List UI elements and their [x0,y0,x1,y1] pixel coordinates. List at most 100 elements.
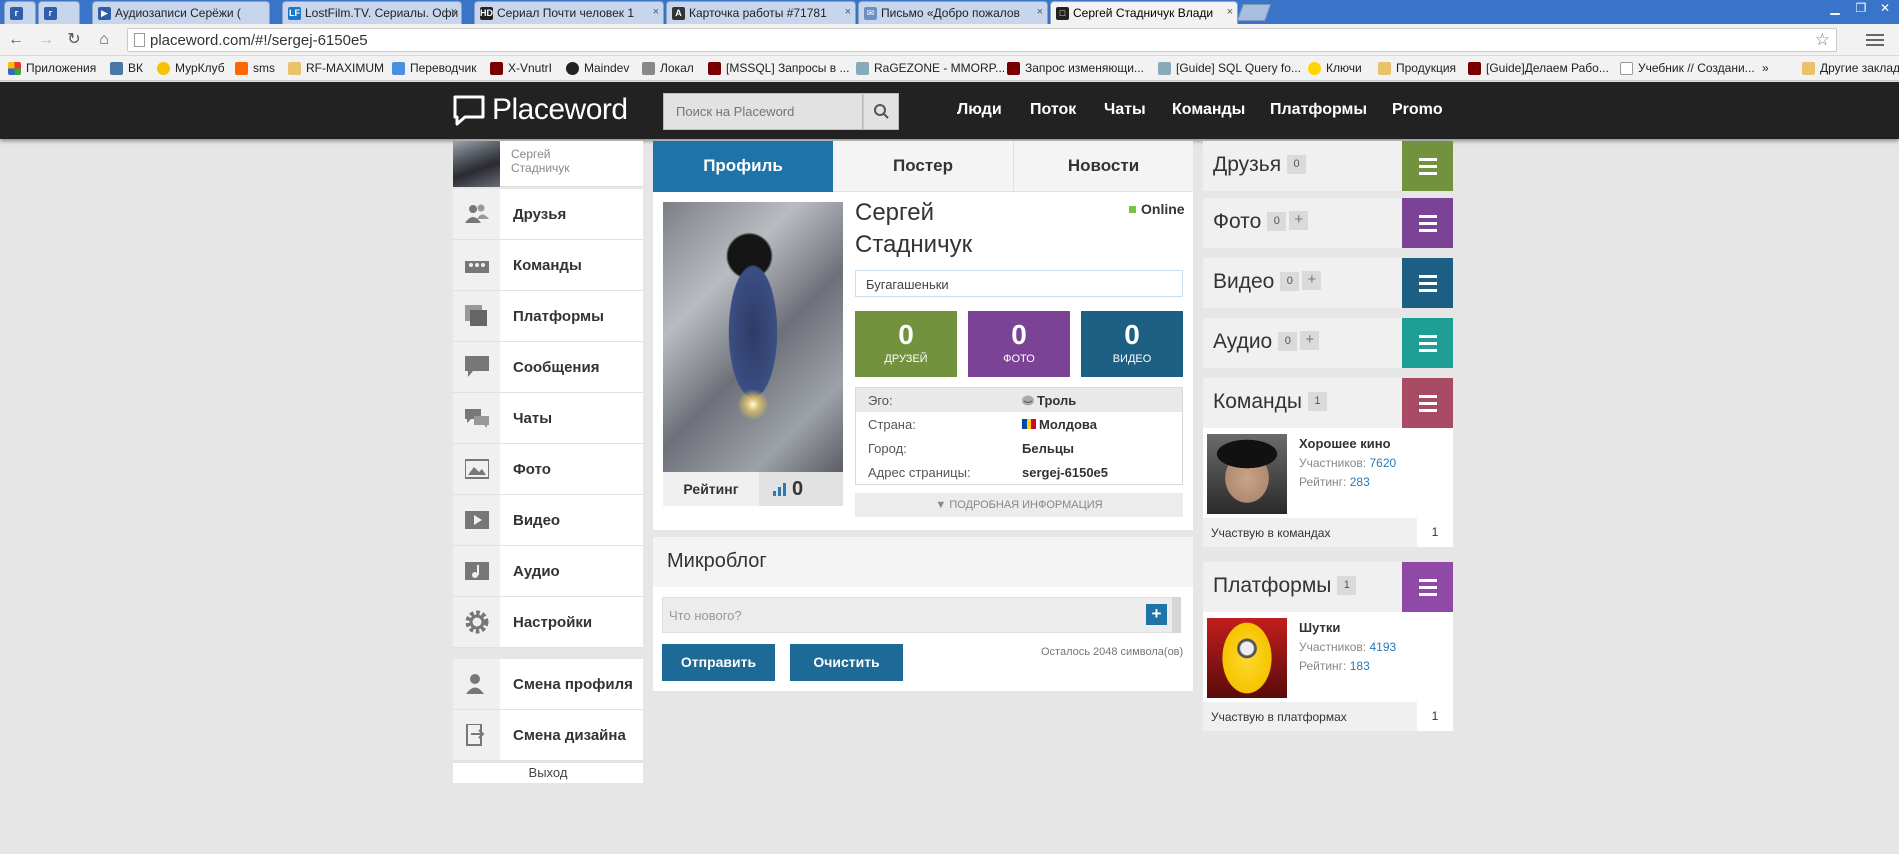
right-block-header[interactable]: Друзья 0 [1203,141,1453,191]
right-block-header[interactable]: Видео 0 + [1203,258,1453,308]
menu-icon[interactable] [1402,318,1453,368]
bookmark-item[interactable]: МурКлуб [157,61,225,75]
placeword-logo-icon[interactable] [452,94,486,126]
close-icon[interactable]: × [451,6,457,18]
team-image[interactable] [1207,434,1287,514]
tab-poster[interactable]: Постер [833,141,1013,192]
sidebar-item-chats[interactable]: Чаты [453,393,643,444]
platform-name[interactable]: Шутки [1299,620,1340,635]
nav-chats[interactable]: Чаты [1104,101,1146,119]
sidebar-item-teams[interactable]: Команды [453,240,643,291]
url-field[interactable]: placeword.com/#!/sergej-6150e5 ☆ [127,28,1837,52]
browser-tab[interactable]: г [38,1,80,24]
nav-stream[interactable]: Поток [1030,101,1076,119]
browser-tab[interactable]: LF LostFilm.TV. Сериалы. Офи × [282,1,462,24]
sidebar-item-audio[interactable]: Аудио [453,546,643,597]
close-icon[interactable]: × [845,6,851,18]
sidebar-item-switch-profile[interactable]: Смена профиля [453,659,643,710]
close-icon[interactable]: × [1037,6,1043,18]
menu-icon[interactable] [1402,378,1453,428]
browser-tab-active[interactable]: □ Сергей Стадничук Влади × [1050,1,1238,24]
search-button[interactable] [863,93,899,130]
logout-link[interactable]: Выход [453,762,643,783]
right-block-header[interactable]: Платформы 1 [1203,562,1453,612]
url-text[interactable]: placeword.com/#!/sergej-6150e5 [150,32,368,49]
back-icon[interactable]: ← [6,30,26,50]
bookmark-star-icon[interactable]: ☆ [1815,30,1830,50]
bookmark-item[interactable]: Запрос изменяющи... [1007,61,1144,75]
stat-friends[interactable]: 0 ДРУЗЕЙ [855,311,957,377]
nav-promo[interactable]: Promo [1392,101,1443,119]
bookmarks-overflow[interactable]: » [1762,61,1769,75]
menu-icon[interactable] [1402,258,1453,308]
menu-icon[interactable] [1402,141,1453,191]
browser-tab[interactable]: ✉ Письмо «Добро пожалов × [858,1,1048,24]
sidebar-item-switch-design[interactable]: Смена дизайна [453,710,643,761]
browser-tab[interactable]: г [4,1,36,24]
sidebar-item-video[interactable]: Видео [453,495,643,546]
menu-icon[interactable] [1402,562,1453,612]
bookmark-item[interactable]: Локал [642,61,694,75]
bookmark-item[interactable]: X-VnutrI [490,61,552,75]
minimize-icon[interactable]: ▁ [1822,0,1848,18]
profile-photo[interactable] [663,202,843,472]
sidebar-user-card[interactable]: Сергей Стадничук [453,141,643,187]
browser-tab[interactable]: A Карточка работы #71781 × [666,1,856,24]
bookmark-item[interactable]: Maindev [566,61,629,75]
send-button[interactable]: Отправить [662,644,775,681]
nav-teams[interactable]: Команды [1172,101,1245,119]
status-text[interactable]: Бугагашеньки [855,270,1183,297]
browser-tab[interactable]: HD Сериал Почти человек 1 × [474,1,664,24]
forward-icon[interactable]: → [36,30,56,50]
home-icon[interactable]: ⌂ [94,30,114,50]
bookmark-item[interactable]: Учебник // Создани... [1620,61,1755,75]
microblog-input[interactable]: Что нового? [662,597,1179,633]
bookmark-item[interactable]: RaGEZONE - MMORP... [856,61,1005,75]
bookmark-item[interactable]: [Guide] SQL Query fo... [1158,61,1301,75]
clear-button[interactable]: Очистить [790,644,903,681]
bookmark-item[interactable]: [MSSQL] Запросы в ... [708,61,849,75]
sidebar-item-photo[interactable]: Фото [453,444,643,495]
close-icon[interactable]: × [653,6,659,18]
browser-tab[interactable]: ▶ Аудиозаписи Серёжи ( [92,1,270,24]
close-icon[interactable]: × [1227,6,1233,18]
team-card[interactable]: Хорошее кино Участников: 7620 Рейтинг: 2… [1203,428,1453,518]
new-tab-button[interactable] [1236,4,1272,21]
stat-video[interactable]: 0 ВИДЕО [1081,311,1183,377]
bookmark-item[interactable]: Ключи [1308,61,1362,75]
sidebar-item-settings[interactable]: Настройки [453,597,643,648]
bookmark-item[interactable]: Другие заклад [1802,61,1899,75]
reload-icon[interactable]: ↻ [64,30,84,50]
close-window-icon[interactable]: ✕ [1872,0,1898,18]
bookmark-item[interactable]: sms [235,61,275,75]
menu-icon[interactable] [1402,198,1453,248]
bookmark-item[interactable]: Продукция [1378,61,1456,75]
add-video-button[interactable]: + [1302,271,1322,290]
sidebar-item-messages[interactable]: Сообщения [453,342,643,393]
stat-photo[interactable]: 0 ФОТО [968,311,1070,377]
bookmark-item[interactable]: Приложения [8,61,96,75]
add-photo-button[interactable]: + [1289,211,1309,230]
bookmark-item[interactable]: [Guide]Делаем Рабо... [1468,61,1609,75]
site-logo[interactable]: Placeword [492,93,628,127]
tab-profile[interactable]: Профиль [653,141,833,192]
nav-platforms[interactable]: Платформы [1270,101,1367,119]
bookmark-item[interactable]: Переводчик [392,61,477,75]
bookmark-item[interactable]: RF-MAXIMUM [288,61,384,75]
right-block-header[interactable]: Аудио 0 + [1203,318,1453,368]
team-name[interactable]: Хорошее кино [1299,436,1391,451]
tab-news[interactable]: Новости [1013,141,1193,192]
nav-people[interactable]: Люди [957,101,1002,119]
sidebar-item-friends[interactable]: Друзья [453,189,643,240]
right-block-header[interactable]: Команды 1 [1203,378,1453,428]
right-block-header[interactable]: Фото 0 + [1203,198,1453,248]
search-input[interactable] [664,94,864,129]
platform-card[interactable]: Шутки Участников: 4193 Рейтинг: 183 [1203,612,1453,702]
platforms-footer[interactable]: Участвую в платформах 1 [1203,702,1453,731]
more-info-toggle[interactable]: ▼ ПОДРОБНАЯ ИНФОРМАЦИЯ [855,493,1183,517]
restore-icon[interactable]: ❐ [1848,0,1874,18]
microblog-scrollbar[interactable] [1172,597,1181,633]
attach-plus-button[interactable]: + [1146,604,1167,625]
bookmark-item[interactable]: ВК [110,61,143,75]
add-audio-button[interactable]: + [1300,331,1320,350]
